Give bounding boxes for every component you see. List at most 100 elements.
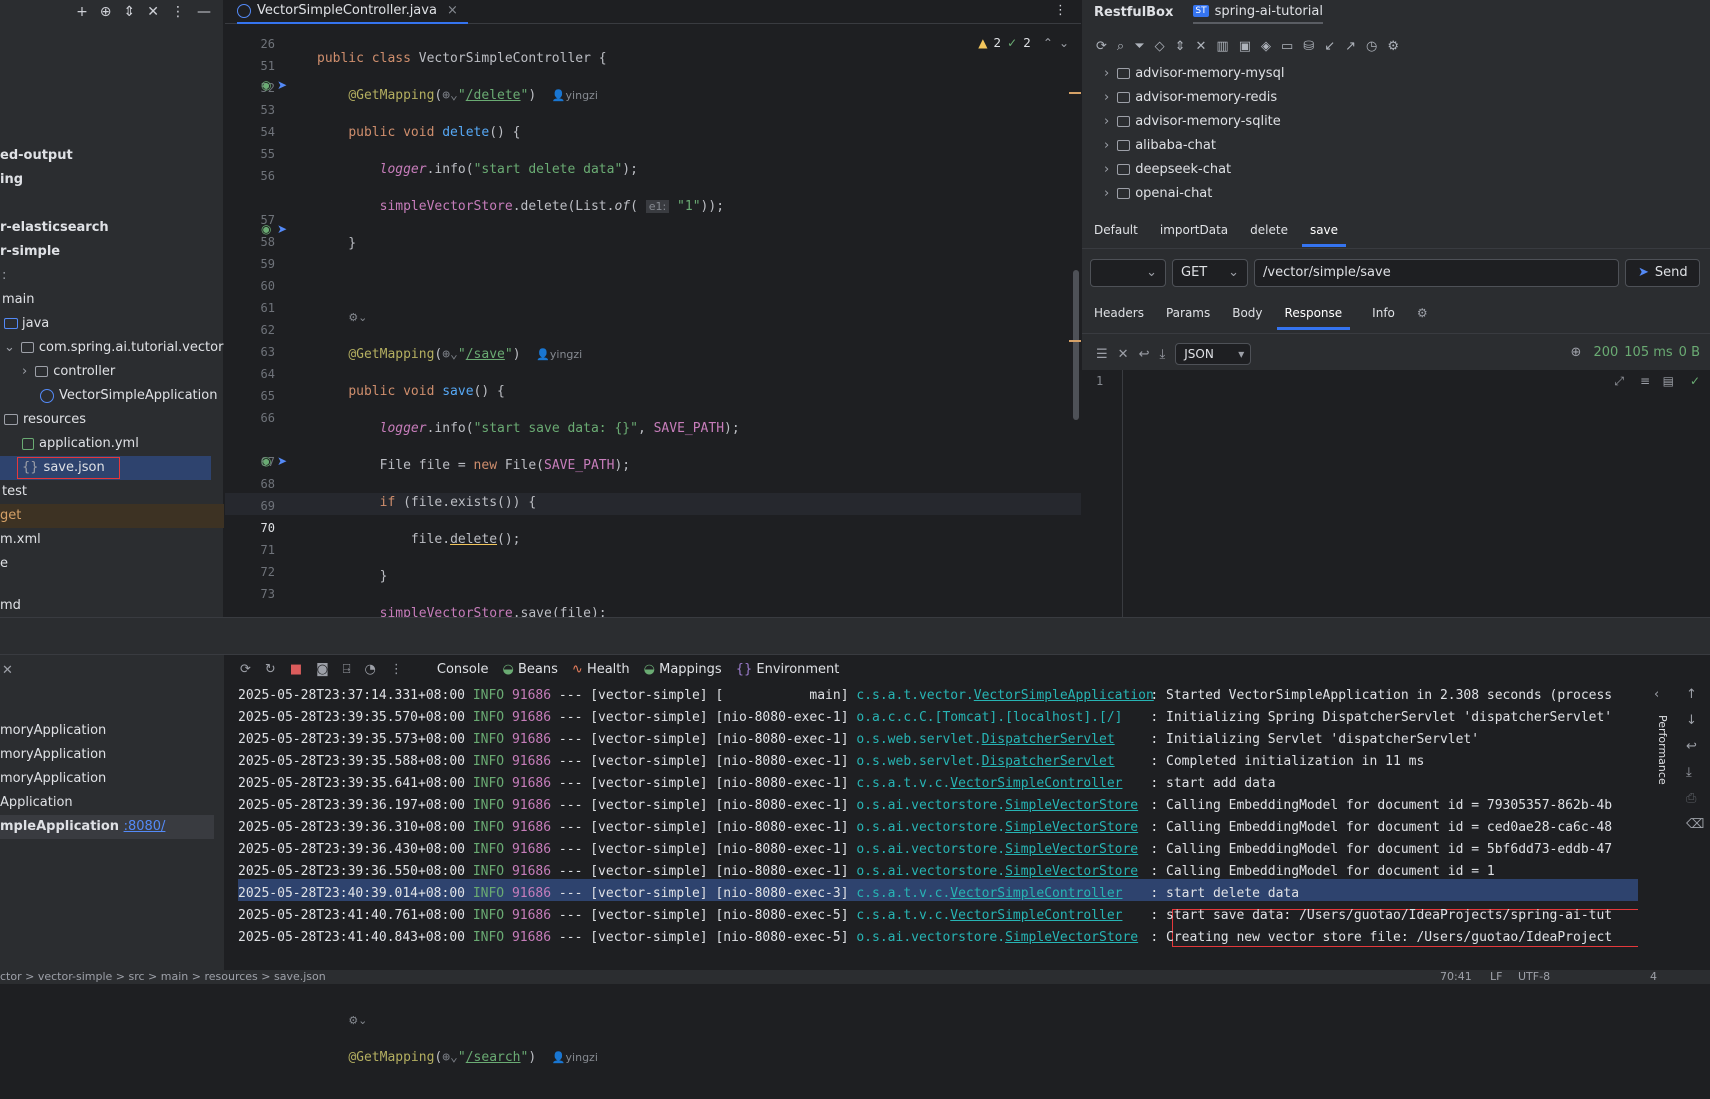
service-item[interactable]: moryApplication <box>0 719 214 743</box>
indent[interactable]: 4 <box>1650 970 1657 983</box>
log-line[interactable]: 2025-05-28T23:39:36.550+08:00 INFO 91686… <box>238 861 1612 883</box>
hide-icon[interactable]: — <box>197 4 211 20</box>
request-tab[interactable]: Default <box>1094 223 1138 247</box>
log-line[interactable]: 2025-05-28T23:39:35.573+08:00 INFO 91686… <box>238 729 1612 751</box>
console-icon[interactable]: ▭ <box>1281 39 1293 54</box>
url-input[interactable]: /vector/simple/save <box>1254 259 1619 287</box>
tree-item-selected[interactable]: {} save.json <box>0 456 211 480</box>
service-tree-item[interactable]: › deepseek-chat <box>1082 158 1231 182</box>
request-tab[interactable]: importData <box>1160 223 1228 247</box>
more-icon[interactable]: ⋮ <box>171 4 185 20</box>
chevron-left-icon[interactable]: ‹ <box>1654 687 1659 702</box>
locate-icon[interactable]: ⊕ <box>100 4 112 20</box>
log-line[interactable]: 2025-05-28T23:41:40.843+08:00 INFO 91686… <box>238 927 1612 949</box>
tree-item[interactable]: ed-output <box>0 144 224 168</box>
log-class[interactable]: o.s.ai.vectorstore.SimpleVectorStore <box>856 861 1150 883</box>
tree-item[interactable]: resources <box>0 408 224 432</box>
history-icon[interactable]: ◷ <box>1366 39 1377 54</box>
rerun-icon[interactable]: ⟳ <box>240 662 251 677</box>
resp-tab[interactable]: Params <box>1166 306 1210 330</box>
inspection-widget[interactable]: ▲ 2 ✓ 2 ⌃ ⌄ <box>978 36 1069 50</box>
cursor-icon[interactable]: ◈ <box>1261 39 1271 54</box>
export-icon[interactable]: ↗ <box>1345 39 1356 54</box>
expand-all-icon[interactable]: ⇕ <box>124 4 136 20</box>
log-class[interactable]: o.s.ai.vectorstore.SimpleVectorStore <box>856 839 1150 861</box>
encoding[interactable]: UTF-8 <box>1518 970 1550 983</box>
trash-icon[interactable]: ⌫ <box>1686 817 1704 832</box>
tree-item[interactable]: application.yml <box>0 432 224 456</box>
tree-item[interactable]: : <box>0 264 224 288</box>
log-line[interactable]: 2025-05-28T23:39:35.641+08:00 INFO 91686… <box>238 773 1612 795</box>
tree-item[interactable]: VectorSimpleApplication <box>0 384 224 408</box>
tree-item[interactable]: get <box>0 504 224 528</box>
request-tab[interactable]: delete <box>1250 223 1288 247</box>
expand-icon[interactable]: ⇕ <box>1175 39 1186 54</box>
resp-tab[interactable]: Body <box>1232 306 1262 330</box>
tree-item[interactable]: java <box>0 312 224 336</box>
import-icon[interactable]: ↙ <box>1324 39 1335 54</box>
line-separator[interactable]: LF <box>1490 970 1502 983</box>
tree-item[interactable]: r-elasticsearch <box>0 216 224 240</box>
console-output[interactable]: 2025-05-28T23:37:14.331+08:00 INFO 91686… <box>238 685 1612 949</box>
gauge-icon[interactable]: ◔ <box>365 662 376 677</box>
maximize-icon[interactable]: ⤢ <box>1614 374 1624 389</box>
run-gutter-icon[interactable]: ◉ <box>261 78 271 92</box>
service-tree-item[interactable]: › advisor-memory-sqlite <box>1082 110 1281 134</box>
chevron-right-icon[interactable]: › <box>1104 114 1109 129</box>
log-class[interactable]: o.s.ai.vectorstore.SimpleVectorStore <box>856 927 1150 949</box>
service-tree-item[interactable]: › openai-chat <box>1082 182 1212 206</box>
collapse-all-icon[interactable]: ✕ <box>147 4 159 20</box>
wrap-icon[interactable]: ↩ <box>1139 347 1150 362</box>
window-icon[interactable]: ▣ <box>1239 39 1251 54</box>
chevron-right-icon[interactable]: › <box>22 364 27 379</box>
copy-icon[interactable]: ▤ <box>1663 374 1674 388</box>
close-icon[interactable]: ✕ <box>2 663 13 678</box>
service-item[interactable]: Application <box>0 791 214 815</box>
editor-tab[interactable]: VectorSimpleController.java × <box>237 0 468 24</box>
service-item[interactable]: moryApplication <box>0 743 214 767</box>
request-gutter-icon[interactable]: ➤ <box>277 454 287 468</box>
log-class[interactable]: o.s.web.servlet.DispatcherServlet <box>856 751 1150 773</box>
log-class[interactable]: o.a.c.c.C.[Tomcat].[localhost].[/] <box>856 707 1150 729</box>
gear-icon[interactable]: ⚙ <box>1417 306 1428 330</box>
service-item[interactable]: moryApplication <box>0 767 214 791</box>
run-gutter-icon[interactable]: ◉ <box>261 222 271 236</box>
arrow-up-icon[interactable]: ↑ <box>1686 687 1697 702</box>
filter-icon[interactable]: ⏷ <box>1134 39 1144 54</box>
log-line[interactable]: 2025-05-28T23:37:14.331+08:00 INFO 91686… <box>238 685 1612 707</box>
project-tab[interactable]: ST spring-ai-tutorial <box>1193 0 1323 24</box>
response-body[interactable]: 1 ⤢ ≡ ▤ ✓ <box>1082 370 1710 617</box>
log-class[interactable]: o.s.ai.vectorstore.SimpleVectorStore <box>856 795 1150 817</box>
tab-environment[interactable]: {} Environment <box>736 662 840 677</box>
collapse-icon[interactable]: ✕ <box>1196 39 1207 54</box>
caret-position[interactable]: 70:41 <box>1440 970 1472 983</box>
log-line[interactable]: 2025-05-28T23:39:36.430+08:00 INFO 91686… <box>238 839 1612 861</box>
tree-item[interactable]: › controller <box>0 360 224 384</box>
more-icon[interactable]: ⋮ <box>1054 3 1067 18</box>
more-icon[interactable]: ⋮ <box>390 662 403 677</box>
log-class[interactable]: o.s.web.servlet.DispatcherServlet <box>856 729 1150 751</box>
send-button[interactable]: ➤ Send <box>1625 259 1700 287</box>
service-tree-item[interactable]: › advisor-memory-redis <box>1082 86 1277 110</box>
chevron-up-icon[interactable]: ⌃ <box>1043 36 1053 50</box>
service-item-selected[interactable]: mpleApplication :8080/ <box>0 815 214 839</box>
method-select[interactable]: GET ⌄ <box>1172 259 1248 287</box>
resp-tab[interactable]: Info <box>1372 306 1395 330</box>
tree-item[interactable]: ing <box>0 168 224 192</box>
chevron-right-icon[interactable]: › <box>1104 138 1109 153</box>
log-line[interactable]: 2025-05-28T23:40:39.014+08:00 INFO 91686… <box>238 883 1612 905</box>
port-link[interactable]: :8080/ <box>124 819 166 834</box>
format-icon[interactable]: ≡ <box>1640 374 1650 388</box>
tree-item[interactable]: ⌄ com.spring.ai.tutorial.vector <box>0 336 224 360</box>
database-icon[interactable]: ⛁ <box>1303 39 1314 54</box>
close-icon[interactable]: × <box>447 3 458 18</box>
log-class[interactable]: c.s.a.t.vector.VectorSimpleApplication <box>856 685 1153 707</box>
request-gutter-icon[interactable]: ➤ <box>277 78 287 92</box>
tree-item[interactable]: test <box>0 480 224 504</box>
run-gutter-icon[interactable]: ◉ <box>261 454 271 468</box>
add-icon[interactable]: + <box>76 4 88 20</box>
tree-item[interactable]: r-simple <box>0 240 224 264</box>
resp-tab[interactable]: Headers <box>1094 306 1144 330</box>
breadcrumb[interactable]: ctor > vector-simple > src > main > reso… <box>0 970 326 983</box>
collapse-icon[interactable]: ✕ <box>1118 347 1129 362</box>
